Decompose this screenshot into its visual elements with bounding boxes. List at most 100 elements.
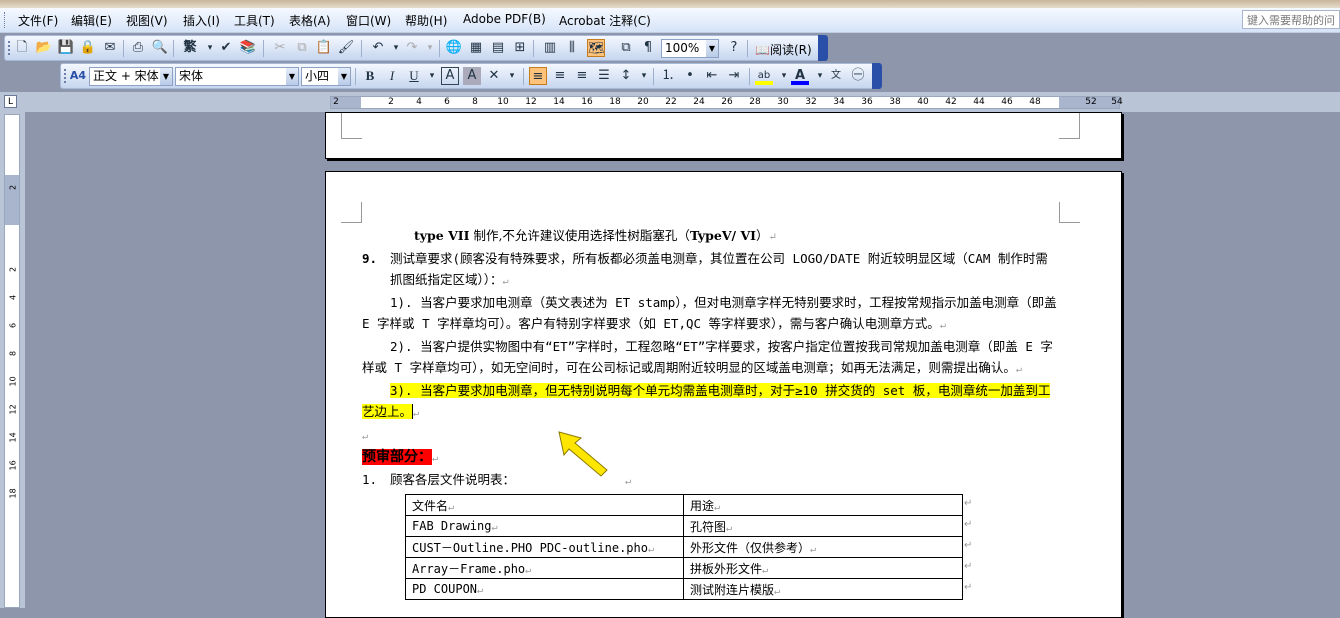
window-title-strip bbox=[0, 0, 1340, 8]
distributed-icon[interactable]: ☰ bbox=[595, 67, 613, 85]
underline-button[interactable]: U bbox=[405, 67, 423, 85]
ruler-number: 26 bbox=[721, 97, 733, 107]
thumbnail-icon[interactable]: ⧉ bbox=[617, 39, 635, 57]
underline-dropdown-icon[interactable]: ▾ bbox=[423, 67, 441, 85]
char-border-button[interactable]: A bbox=[441, 67, 459, 85]
save-icon[interactable]: 💾 bbox=[57, 39, 75, 57]
insert-excel-icon[interactable]: ⊞ bbox=[511, 39, 529, 57]
char-scale-dropdown-icon[interactable]: ▾ bbox=[503, 67, 521, 85]
menu-insert[interactable]: 插入(I) bbox=[183, 12, 220, 29]
tables-borders-icon[interactable]: ▦ bbox=[467, 39, 485, 57]
ruler-number: 14 bbox=[8, 432, 18, 443]
menu-view[interactable]: 视图(V) bbox=[126, 12, 168, 29]
enclose-character-icon[interactable]: ㊀ bbox=[849, 67, 867, 85]
table-cell[interactable]: 外形文件（仅供参考）↵ bbox=[683, 536, 963, 558]
help-search-input[interactable]: 键入需要帮助的问 bbox=[1242, 10, 1340, 29]
drawing-icon[interactable]: ⫼ bbox=[563, 39, 581, 57]
vertical-ruler[interactable]: 2 2 4 6 8 10 12 14 16 18 bbox=[4, 114, 20, 608]
bold-button[interactable]: B bbox=[361, 67, 379, 85]
style-select[interactable]: 正文 + 宋体 ▼ bbox=[89, 67, 173, 86]
research-icon[interactable]: 📚 bbox=[239, 39, 257, 57]
align-right-icon[interactable]: ≡ bbox=[573, 67, 591, 85]
ruler-number: 16 bbox=[8, 460, 18, 471]
reading-layout-button[interactable]: 📖阅读(R) bbox=[755, 41, 812, 58]
toolbar-options-chevron[interactable] bbox=[818, 35, 828, 61]
table-cell[interactable]: 测试附连片模版↵ bbox=[683, 578, 963, 600]
menubar-grip[interactable] bbox=[4, 12, 8, 28]
decrease-indent-icon[interactable]: ⇤ bbox=[703, 67, 721, 85]
copy-icon[interactable]: ⧉ bbox=[293, 39, 311, 57]
paragraph-mark: ↵ bbox=[362, 431, 369, 442]
font-color-icon[interactable]: A bbox=[791, 67, 809, 85]
book-icon: 📖 bbox=[755, 43, 770, 57]
menu-edit[interactable]: 编辑(E) bbox=[71, 12, 112, 29]
toolbar-options-chevron[interactable] bbox=[872, 63, 882, 89]
table-header-purpose[interactable]: 用途↵ bbox=[683, 494, 963, 516]
document-map-icon[interactable]: 🗺 bbox=[587, 39, 605, 57]
menu-help[interactable]: 帮助(H) bbox=[405, 12, 447, 29]
spelling-icon[interactable]: ✔ bbox=[217, 39, 235, 57]
hyperlink-icon[interactable]: 🌐 bbox=[445, 39, 463, 57]
insert-table-icon[interactable]: ▤ bbox=[489, 39, 507, 57]
show-hide-icon[interactable]: ¶ bbox=[639, 39, 657, 57]
cell-text: 孔符图 bbox=[690, 519, 727, 534]
menu-table[interactable]: 表格(A) bbox=[289, 12, 331, 29]
table-cell[interactable]: FAB Drawing↵ bbox=[405, 515, 684, 537]
line-spacing-icon[interactable]: ↕ bbox=[617, 67, 635, 85]
font-select[interactable]: 宋体 ▼ bbox=[175, 67, 299, 86]
bullets-icon[interactable]: • bbox=[681, 67, 699, 85]
table-cell[interactable]: 孔符图↵ bbox=[683, 515, 963, 537]
phonetic-guide-icon[interactable]: 文 bbox=[827, 67, 845, 85]
cut-icon[interactable]: ✂ bbox=[271, 39, 289, 57]
font-size-select[interactable]: 小四 ▼ bbox=[301, 67, 351, 86]
document-body[interactable]: type VII 制作,不允许建议使用选择性树脂塞孔（TypeV/ VI）↵ 9… bbox=[362, 225, 1058, 492]
menu-file[interactable]: 文件(F) bbox=[18, 12, 58, 29]
menu-acrobat-comments[interactable]: Acrobat 注释(C) bbox=[559, 12, 651, 29]
table-cell[interactable]: CUST－Outline.PHO PDC-outline.pho↵ bbox=[405, 536, 684, 558]
increase-indent-icon[interactable]: ⇥ bbox=[725, 67, 743, 85]
row-end-mark: ↵ bbox=[964, 498, 973, 509]
paste-icon[interactable]: 📋 bbox=[315, 39, 333, 57]
yellow-arrow-annotation bbox=[558, 431, 608, 477]
align-center-icon[interactable]: ≡ bbox=[551, 67, 569, 85]
list-number: 9. bbox=[362, 251, 378, 266]
cell-text: 用途 bbox=[690, 498, 715, 513]
open-icon[interactable]: 📂 bbox=[35, 39, 53, 57]
email-icon[interactable]: ✉ bbox=[101, 39, 119, 57]
tab-selector[interactable]: L bbox=[4, 95, 17, 108]
menu-adobe-pdf[interactable]: Adobe PDF(B) bbox=[463, 12, 546, 26]
line-spacing-dropdown-icon[interactable]: ▾ bbox=[635, 67, 653, 85]
font-value: 宋体 bbox=[179, 69, 204, 83]
paragraph-mark: ↵ bbox=[625, 476, 632, 487]
menu-tools[interactable]: 工具(T) bbox=[234, 12, 275, 29]
char-scale-icon[interactable]: ✕ bbox=[485, 67, 503, 85]
undo-icon[interactable]: ↶ bbox=[369, 39, 387, 57]
paragraph-type: type VII 制作,不允许建议使用选择性树脂塞孔（TypeV/ VI）↵ bbox=[362, 225, 1058, 248]
table-cell[interactable]: 拼板外形文件↵ bbox=[683, 557, 963, 579]
columns-icon[interactable]: ▥ bbox=[541, 39, 559, 57]
redo-icon[interactable]: ↷ bbox=[403, 39, 421, 57]
numbering-icon[interactable]: ⒈ bbox=[659, 67, 677, 85]
char-shading-button[interactable]: A bbox=[463, 67, 481, 85]
redo-dropdown-icon[interactable]: ▾ bbox=[421, 39, 439, 57]
traditional-chinese-icon[interactable]: 繁 bbox=[181, 39, 199, 57]
menu-window[interactable]: 窗口(W) bbox=[346, 12, 391, 29]
print-icon[interactable]: ⎙ bbox=[129, 39, 147, 57]
align-justify-icon[interactable]: ≡ bbox=[529, 67, 547, 85]
row-end-mark: ↵ bbox=[964, 540, 973, 551]
new-icon[interactable]: 🗋 bbox=[13, 39, 31, 57]
styles-formatting-icon[interactable]: A4 bbox=[69, 67, 87, 85]
table-cell[interactable]: Array－Frame.pho↵ bbox=[405, 557, 684, 579]
highlight-icon[interactable]: ab bbox=[755, 67, 773, 85]
zoom-select[interactable]: 100% ▼ bbox=[661, 39, 719, 58]
print-preview-icon[interactable]: 🔍 bbox=[151, 39, 169, 57]
list-item-text: 测试章要求(顾客没有特殊要求，所有板都必须盖电测章，其位置在公司 LOGO/DA… bbox=[390, 251, 1048, 287]
help-icon[interactable]: ? bbox=[725, 39, 743, 57]
italic-button[interactable]: I bbox=[383, 67, 401, 85]
paragraph-1-text: 1). 当客户要求加电测章（英文表述为 ET stamp），但对电测章字样无特别… bbox=[362, 295, 1057, 331]
horizontal-ruler[interactable]: 2 2 4 6 8 10 12 14 16 18 20 22 24 26 28 30 32 34 36 38 40 42 4… bbox=[330, 96, 1123, 109]
format-painter-icon[interactable]: 🖌 bbox=[337, 39, 355, 57]
permission-icon[interactable]: 🔒 bbox=[79, 39, 97, 57]
table-header-filename[interactable]: 文件名↵ bbox=[405, 494, 684, 516]
table-cell[interactable]: PD COUPON↵ bbox=[405, 578, 684, 600]
